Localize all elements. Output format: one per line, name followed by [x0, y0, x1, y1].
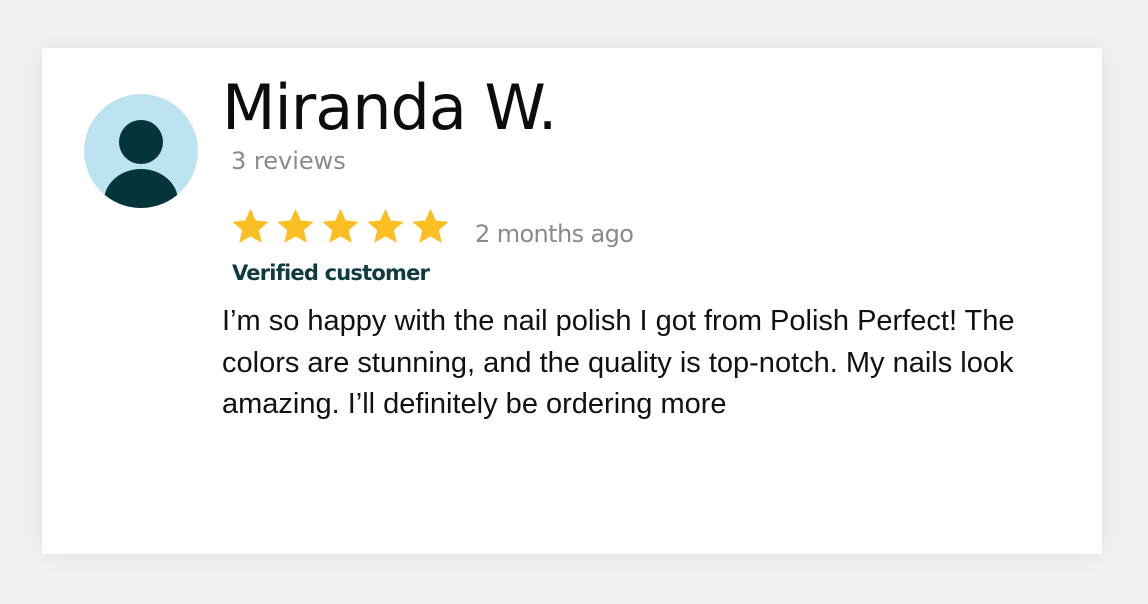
avatar	[84, 94, 198, 208]
star-rating	[230, 206, 455, 246]
reviewer-name: Miranda W.	[222, 71, 557, 144]
review-card: Miranda W. 3 reviews 2 months ago Verifi…	[42, 48, 1102, 554]
review-count: 3 reviews	[231, 147, 346, 175]
star-icon	[277, 208, 314, 243]
star-icon	[232, 208, 269, 243]
review-text: I’m so happy with the nail polish I got …	[222, 305, 1015, 420]
star-icon	[322, 208, 359, 243]
user-icon	[84, 94, 198, 208]
star-icon	[412, 208, 449, 243]
review-date: 2 months ago	[475, 220, 634, 248]
star-icon	[367, 208, 404, 243]
verified-badge: Verified customer	[232, 261, 430, 285]
